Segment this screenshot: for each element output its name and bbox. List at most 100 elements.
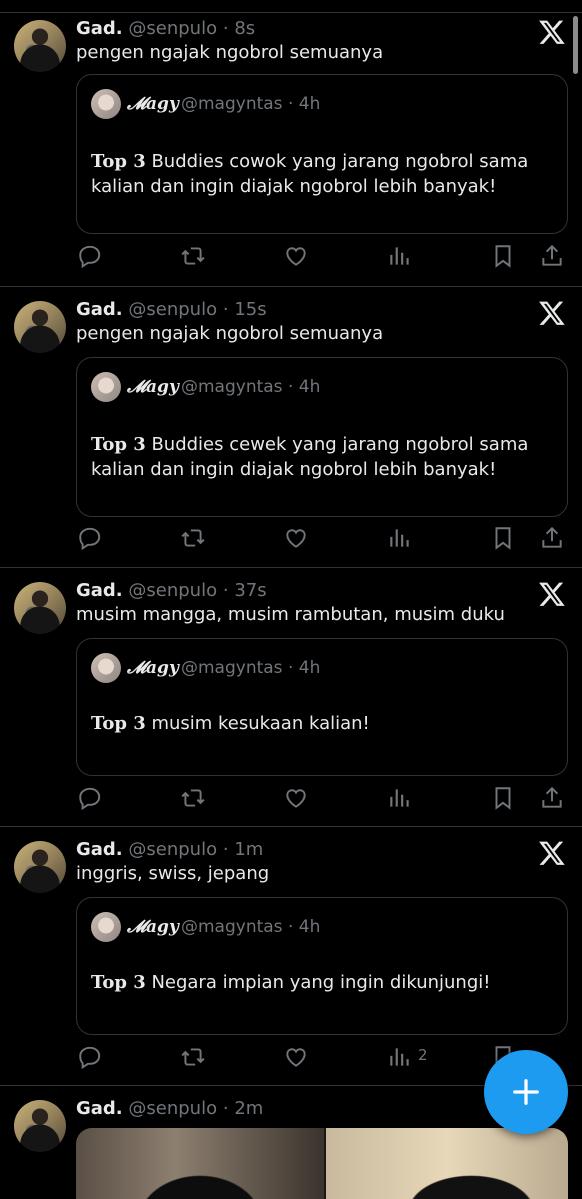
quoted-author-name: 𝓜agy: [127, 658, 179, 678]
compose-button[interactable]: [484, 1050, 568, 1134]
author-handle[interactable]: @senpulo: [128, 839, 217, 860]
tweet-text: musim mangga, musim rambutan, musim duku: [76, 604, 505, 625]
author-handle[interactable]: @senpulo: [128, 299, 217, 320]
timestamp[interactable]: 15s: [234, 299, 266, 320]
tweet-card[interactable]: Gad. @senpulo · 15s pengen ngajak ngobro…: [0, 287, 582, 568]
media-photo[interactable]: [76, 1128, 324, 1199]
avatar[interactable]: [14, 582, 66, 634]
x-logo-icon: [538, 580, 566, 608]
bookmark-icon[interactable]: [490, 785, 516, 811]
quoted-body: Negara impian yang ingin dikunjungi!: [145, 972, 491, 993]
tweet-card[interactable]: Gad. @senpulo · 1m inggris, swiss, jepan…: [0, 827, 582, 1086]
quoted-avatar: [91, 912, 121, 942]
plus-icon: [513, 1079, 539, 1105]
retweet-icon[interactable]: [180, 1044, 206, 1070]
media-photo[interactable]: [326, 1128, 568, 1199]
timestamp[interactable]: 1m: [234, 839, 263, 860]
tweet-header: Gad. @senpulo · 2m: [76, 1098, 263, 1119]
tweet-card[interactable]: Gad. @senpulo · 37s musim mangga, musim …: [0, 568, 582, 827]
quoted-author-name: 𝓜agy: [127, 377, 179, 397]
author-name[interactable]: Gad.: [76, 839, 123, 860]
share-icon[interactable]: [539, 525, 565, 551]
views-count: 2: [418, 1046, 428, 1064]
quoted-author-handle: @magyntas · 4h: [181, 917, 321, 937]
quoted-author-name: 𝓜agy: [127, 917, 179, 937]
tweet-card[interactable]: Gad. @senpulo · 8s pengen ngajak ngobrol…: [0, 12, 582, 287]
quoted-avatar: [91, 653, 121, 683]
author-handle[interactable]: @senpulo: [128, 580, 217, 601]
retweet-icon[interactable]: [180, 243, 206, 269]
tweet-header: Gad. @senpulo · 37s: [76, 580, 267, 601]
quoted-bold-prefix: Top 3: [91, 972, 146, 993]
heart-icon[interactable]: [283, 785, 309, 811]
separator: ·: [222, 839, 229, 860]
quoted-author-handle: @magyntas · 4h: [181, 94, 321, 114]
quoted-body: Buddies cewek yang jarang ngobrol sama k…: [91, 434, 529, 480]
timestamp[interactable]: 2m: [234, 1098, 263, 1119]
author-handle[interactable]: @senpulo: [128, 1098, 217, 1119]
retweet-icon[interactable]: [180, 525, 206, 551]
quoted-author-handle: @magyntas · 4h: [181, 377, 321, 397]
avatar[interactable]: [14, 301, 66, 353]
separator: ·: [222, 1098, 229, 1119]
tweet-header: Gad. @senpulo · 8s: [76, 18, 255, 39]
quoted-author-name: 𝓜agy: [127, 94, 179, 114]
reply-icon[interactable]: [77, 525, 103, 551]
tweet-text: pengen ngajak ngobrol semuanya: [76, 323, 384, 344]
tweet-header: Gad. @senpulo · 15s: [76, 299, 267, 320]
x-logo-icon: [538, 839, 566, 867]
heart-icon[interactable]: [283, 525, 309, 551]
heart-icon[interactable]: [283, 243, 309, 269]
quoted-body: Buddies cowok yang jarang ngobrol sama k…: [91, 151, 529, 197]
heart-icon[interactable]: [283, 1044, 309, 1070]
share-icon[interactable]: [539, 785, 565, 811]
quoted-tweet[interactable]: 𝓜agy @magyntas · 4h Top 3 musim kesukaan…: [76, 638, 568, 776]
quoted-tweet[interactable]: 𝓜agy @magyntas · 4h Top 3 Buddies cewek …: [76, 357, 568, 517]
author-name[interactable]: Gad.: [76, 1098, 123, 1119]
quoted-text: Top 3 Negara impian yang ingin dikunjung…: [91, 970, 553, 995]
views-icon[interactable]: [387, 525, 413, 551]
quoted-avatar: [91, 89, 121, 119]
share-icon[interactable]: [539, 243, 565, 269]
quoted-author-handle: @magyntas · 4h: [181, 658, 321, 678]
quoted-bold-prefix: Top 3: [91, 151, 146, 172]
views-icon[interactable]: [387, 243, 413, 269]
tweet-media[interactable]: [76, 1128, 568, 1199]
retweet-icon[interactable]: [180, 785, 206, 811]
bookmark-icon[interactable]: [490, 525, 516, 551]
quoted-text: Top 3 musim kesukaan kalian!: [91, 711, 553, 736]
tweet-text: inggris, swiss, jepang: [76, 863, 270, 884]
quoted-text: Top 3 Buddies cewek yang jarang ngobrol …: [91, 432, 553, 482]
quoted-tweet[interactable]: 𝓜agy @magyntas · 4h Top 3 Buddies cowok …: [76, 74, 568, 234]
action-bar: [0, 525, 582, 555]
author-handle[interactable]: @senpulo: [128, 18, 217, 39]
avatar[interactable]: [14, 20, 66, 72]
bookmark-icon[interactable]: [490, 243, 516, 269]
separator: ·: [222, 299, 229, 320]
separator: ·: [222, 580, 229, 601]
quoted-text: Top 3 Buddies cowok yang jarang ngobrol …: [91, 149, 553, 199]
views-icon[interactable]: [387, 785, 413, 811]
quoted-bold-prefix: Top 3: [91, 434, 146, 455]
x-logo-icon: [538, 18, 566, 46]
timestamp[interactable]: 8s: [234, 18, 255, 39]
reply-icon[interactable]: [77, 785, 103, 811]
action-bar: [0, 785, 582, 815]
action-bar: [0, 243, 582, 273]
reply-icon[interactable]: [77, 243, 103, 269]
tweet-text: pengen ngajak ngobrol semuanya: [76, 42, 384, 63]
tweet-header: Gad. @senpulo · 1m: [76, 839, 263, 860]
author-name[interactable]: Gad.: [76, 299, 123, 320]
quoted-tweet[interactable]: 𝓜agy @magyntas · 4h Top 3 Negara impian …: [76, 897, 568, 1035]
author-name[interactable]: Gad.: [76, 18, 123, 39]
avatar[interactable]: [14, 841, 66, 893]
quoted-bold-prefix: Top 3: [91, 713, 146, 734]
quoted-avatar: [91, 372, 121, 402]
reply-icon[interactable]: [77, 1044, 103, 1070]
x-logo-icon: [538, 299, 566, 327]
avatar[interactable]: [14, 1100, 66, 1152]
author-name[interactable]: Gad.: [76, 580, 123, 601]
separator: ·: [222, 18, 229, 39]
timestamp[interactable]: 37s: [234, 580, 266, 601]
views-icon[interactable]: [387, 1044, 413, 1070]
